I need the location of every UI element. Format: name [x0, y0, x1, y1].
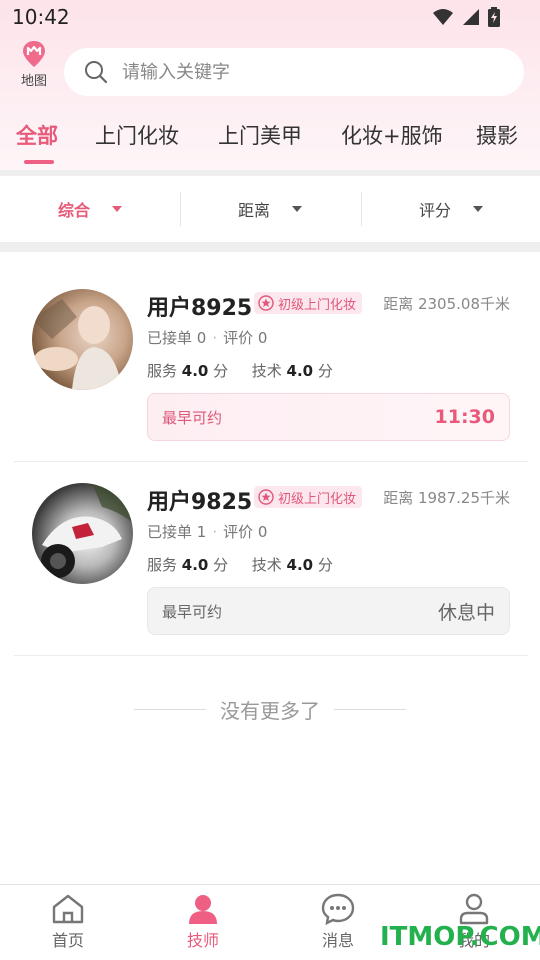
- divider-line: [134, 708, 206, 710]
- nav-home-label: 首页: [51, 931, 84, 950]
- tech-score-value: 4.0: [286, 362, 314, 380]
- score-unit: 分: [213, 362, 229, 380]
- home-icon: [52, 894, 84, 924]
- score-unit: 分: [317, 556, 333, 574]
- filter-distance[interactable]: 距离: [180, 176, 360, 242]
- technician-card[interactable]: 用户9825 初级上门化妆 距离 1987.25千米 已接单 1 · 评价 0 服务…: [14, 462, 528, 656]
- flower-icon: [258, 489, 274, 505]
- nav-messages-label: 消息: [321, 931, 354, 950]
- technician-icon: [189, 895, 217, 924]
- level-badge: 初级上门化妆: [254, 486, 363, 508]
- filter-overall-label: 综合: [57, 201, 90, 220]
- filter-rating[interactable]: 评分: [361, 176, 540, 242]
- earliest-appointment-label: 最早可约: [162, 602, 223, 621]
- caret-down-icon: [292, 206, 302, 212]
- active-tab-indicator: [24, 160, 54, 164]
- technician-name: 用户9825: [147, 490, 253, 515]
- divider-line: [334, 708, 406, 710]
- nav-home[interactable]: 首页: [18, 893, 118, 951]
- service-score-value: 4.0: [181, 556, 209, 574]
- score-info: 服务 4.0 分 技术 4.0 分: [147, 554, 333, 575]
- signal-icon: [463, 9, 479, 25]
- tech-score-label: 技术: [251, 362, 282, 380]
- wifi-icon: [433, 9, 453, 25]
- status-time: 10:42: [12, 5, 70, 29]
- level-badge: 初级上门化妆: [254, 292, 363, 314]
- earliest-appointment-time: 11:30: [434, 406, 495, 428]
- filter-bar: 综合 距离 评分: [0, 176, 540, 242]
- level-badge-label: 初级上门化妆: [278, 491, 357, 507]
- avatar: [32, 289, 133, 390]
- avatar: [32, 483, 133, 584]
- caret-down-icon: [473, 206, 483, 212]
- list-end-indicator: 没有更多了: [0, 692, 540, 726]
- score-unit: 分: [213, 556, 229, 574]
- status-icons: [432, 7, 500, 27]
- tab-makeup-costume[interactable]: 化妆+服饰: [341, 120, 443, 150]
- search-bar[interactable]: [64, 48, 524, 96]
- flower-icon: [258, 295, 274, 311]
- nav-technician-label: 技师: [186, 931, 219, 950]
- score-info: 服务 4.0 分 技术 4.0 分: [147, 360, 333, 381]
- battery-icon: [488, 7, 500, 27]
- filter-distance-label: 距离: [237, 201, 270, 220]
- score-unit: 分: [317, 362, 333, 380]
- list-end-text: 没有更多了: [220, 698, 320, 723]
- technician-card[interactable]: 用户8925 初级上门化妆 距离 2305.08千米 已接单 0 · 评价 0 服务…: [14, 268, 528, 462]
- reviews-count: 评价 0: [223, 523, 268, 541]
- tech-score-label: 技术: [251, 556, 282, 574]
- map-label: 地图: [20, 74, 47, 89]
- status-bar: 10:42: [0, 0, 540, 34]
- category-tabs: 全部 上门化妆 上门美甲 化妆+服饰 摄影: [0, 108, 540, 168]
- order-review-info: 已接单 1 · 评价 0: [147, 523, 268, 541]
- tab-home-nails[interactable]: 上门美甲: [218, 120, 302, 150]
- tab-home-makeup[interactable]: 上门化妆: [95, 120, 179, 150]
- map-button[interactable]: 地图: [14, 40, 54, 96]
- watermark: ITMOP.COM: [380, 922, 540, 952]
- service-score-label: 服务: [147, 556, 178, 574]
- resting-status: 休息中: [437, 601, 495, 624]
- nav-technician[interactable]: 技师: [153, 893, 253, 951]
- filter-rating-label: 评分: [418, 201, 451, 220]
- tab-all[interactable]: 全部: [16, 120, 58, 150]
- tech-score-value: 4.0: [286, 556, 314, 574]
- order-review-info: 已接单 0 · 评价 0: [147, 329, 268, 347]
- tab-photography[interactable]: 摄影: [476, 120, 518, 150]
- message-icon: [321, 893, 355, 925]
- orders-count: 已接单 0: [147, 329, 207, 347]
- search-icon: [85, 61, 108, 84]
- distance-text: 距离 1987.25千米: [383, 489, 510, 507]
- technician-name: 用户8925: [147, 296, 253, 321]
- search-input[interactable]: [120, 48, 500, 96]
- reviews-count: 评价 0: [223, 329, 268, 347]
- service-score-value: 4.0: [181, 362, 209, 380]
- distance-text: 距离 2305.08千米: [383, 295, 510, 313]
- profile-icon: [459, 893, 489, 925]
- level-badge-label: 初级上门化妆: [278, 297, 357, 313]
- map-pin-icon: [23, 41, 45, 67]
- earliest-appointment[interactable]: 最早可约 休息中: [147, 587, 510, 635]
- filter-overall[interactable]: 综合: [0, 176, 180, 242]
- nav-messages[interactable]: 消息: [288, 893, 388, 951]
- service-score-label: 服务: [147, 362, 178, 380]
- orders-count: 已接单 1: [147, 523, 207, 541]
- earliest-appointment-label: 最早可约: [162, 408, 223, 427]
- earliest-appointment[interactable]: 最早可约 11:30: [147, 393, 510, 441]
- caret-down-icon: [112, 206, 122, 212]
- divider: [0, 242, 540, 252]
